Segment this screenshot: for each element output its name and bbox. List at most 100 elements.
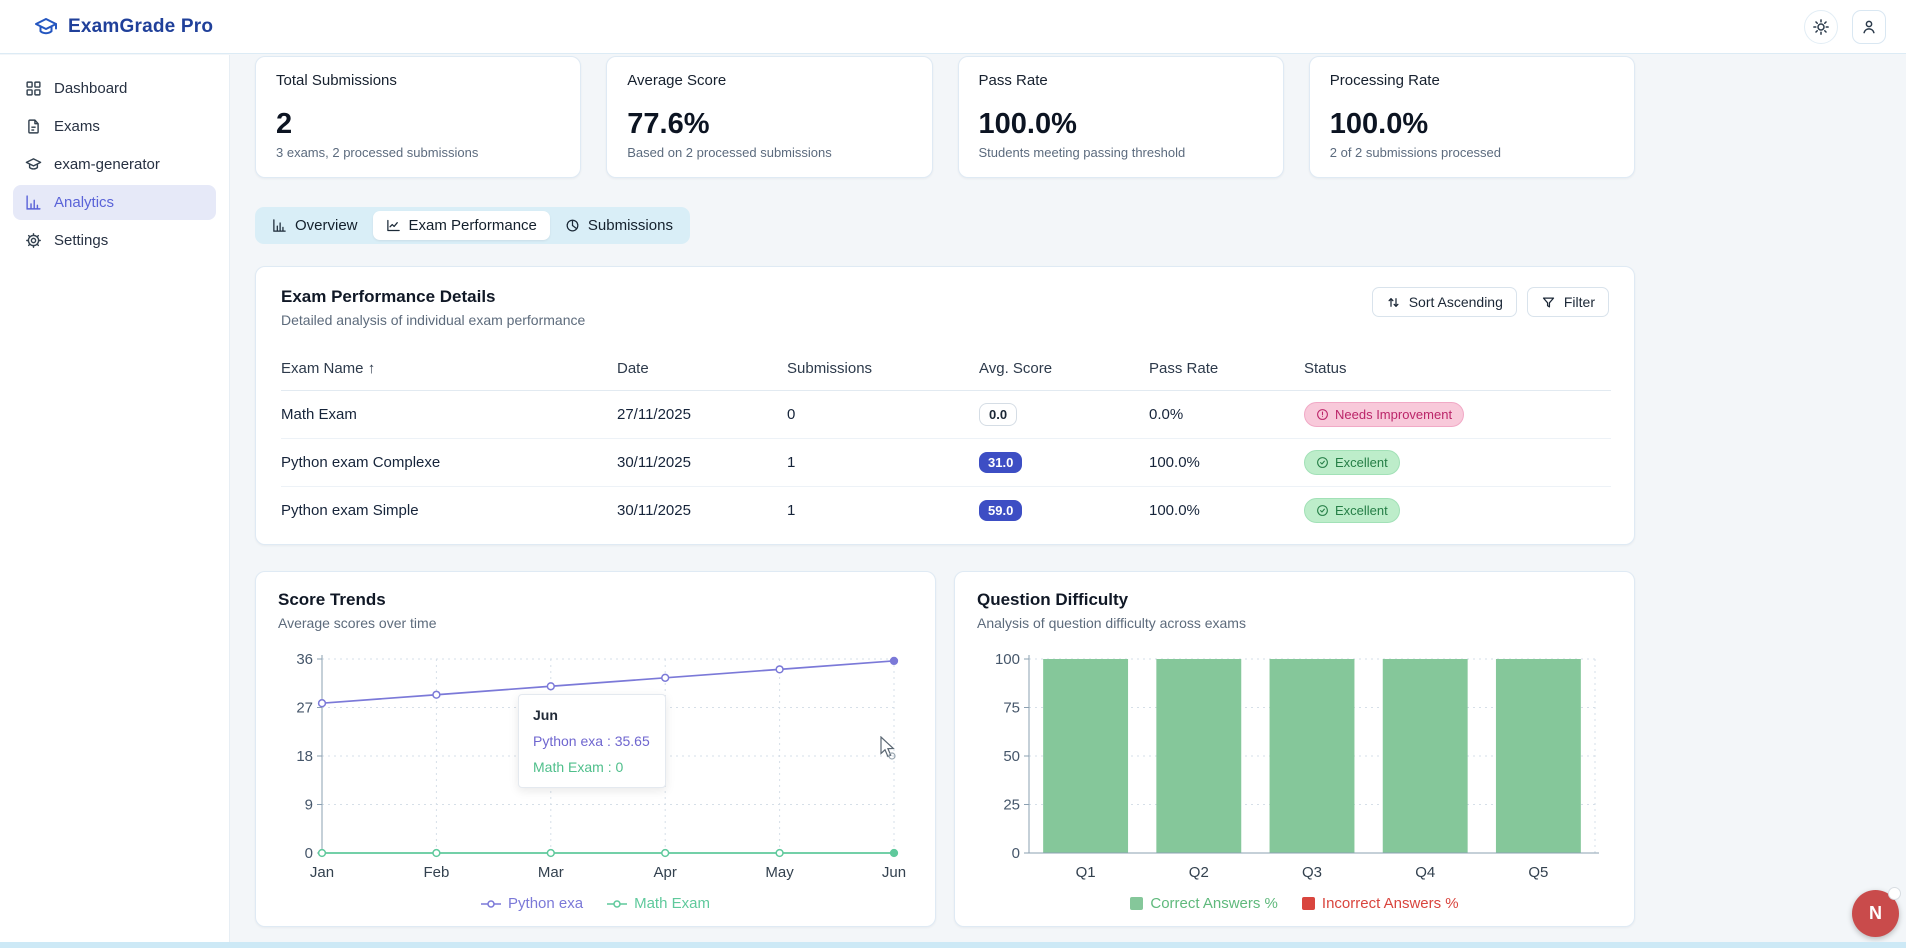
tab-exam-performance[interactable]: Exam Performance — [373, 211, 550, 240]
grid-icon — [25, 80, 42, 97]
stat-card-total-submissions: Total Submissions 2 3 exams, 2 processed… — [255, 56, 581, 178]
stat-cards-row: Total Submissions 2 3 exams, 2 processed… — [255, 56, 1635, 178]
stat-card-title: Total Submissions — [276, 72, 560, 89]
sidebar-item-exam-generator[interactable]: exam-generator — [13, 147, 216, 182]
sort-up-indicator: ↑ — [368, 360, 376, 377]
stat-card-subtitle: Based on 2 processed submissions — [627, 145, 911, 160]
stat-card-subtitle: 3 exams, 2 processed submissions — [276, 145, 560, 160]
sidebar-item-settings[interactable]: Settings — [13, 223, 216, 258]
legend-item[interactable]: Python exa — [481, 895, 583, 912]
svg-text:25: 25 — [1003, 797, 1020, 814]
svg-text:Mar: Mar — [538, 864, 564, 881]
sort-ascending-button[interactable]: Sort Ascending — [1372, 287, 1517, 317]
svg-text:Jun: Jun — [882, 864, 906, 881]
user-menu-button[interactable] — [1852, 10, 1886, 44]
submissions-cell: 1 — [787, 439, 979, 487]
legend-label: Python exa — [508, 895, 583, 912]
score-trends-legend: Python exa Math Exam — [278, 895, 913, 912]
stat-card-value: 100.0% — [979, 108, 1263, 141]
sidebar-item-label: Settings — [54, 232, 108, 249]
sidebar-item-analytics[interactable]: Analytics — [13, 185, 216, 220]
avg-score-badge: 0.0 — [979, 403, 1017, 426]
panel-title: Exam Performance Details — [281, 287, 585, 307]
user-icon — [1860, 18, 1878, 36]
svg-text:9: 9 — [305, 797, 313, 814]
column-header-status[interactable]: Status — [1304, 348, 1611, 391]
check-circle-icon — [1316, 456, 1329, 469]
pass-rate-cell: 100.0% — [1149, 439, 1304, 487]
chart-subtitle: Analysis of question difficulty across e… — [977, 615, 1612, 631]
sun-icon — [1812, 18, 1830, 36]
stat-card-value: 77.6% — [627, 108, 911, 141]
tab-overview[interactable]: Overview — [259, 211, 371, 240]
tooltip-series-value: Python exa : 35.65 — [533, 733, 651, 749]
graduation-cap-icon — [25, 156, 42, 173]
fab-label: N — [1869, 903, 1882, 924]
legend-label: Incorrect Answers % — [1322, 895, 1459, 912]
stat-card-subtitle: 2 of 2 submissions processed — [1330, 145, 1614, 160]
sidebar-item-label: Exams — [54, 118, 100, 135]
app-logo: ExamGrade Pro — [0, 15, 230, 39]
svg-text:50: 50 — [1003, 748, 1020, 765]
column-header-submissions[interactable]: Submissions — [787, 348, 979, 391]
chart-column-icon — [25, 194, 42, 211]
column-header-pass-rate[interactable]: Pass Rate — [1149, 348, 1304, 391]
svg-text:Feb: Feb — [423, 864, 449, 881]
sidebar-item-label: Analytics — [54, 194, 114, 211]
notification-fab[interactable]: N — [1852, 890, 1899, 937]
topbar: ExamGrade Pro — [0, 0, 1906, 54]
submissions-cell: 1 — [787, 487, 979, 535]
svg-text:0: 0 — [305, 845, 313, 862]
svg-text:36: 36 — [296, 651, 313, 668]
sort-button-label: Sort Ascending — [1409, 294, 1503, 310]
chart-column-icon — [272, 218, 287, 233]
sidebar-item-label: exam-generator — [54, 156, 160, 173]
svg-text:Jan: Jan — [310, 864, 334, 881]
column-header-exam-name[interactable]: Exam Name ↑ — [281, 348, 617, 391]
theme-toggle-button[interactable] — [1804, 10, 1838, 44]
panel-subtitle: Detailed analysis of individual exam per… — [281, 312, 585, 328]
table-row[interactable]: Python exam Complexe 30/11/2025 1 31.0 1… — [281, 439, 1611, 487]
sidebar-item-dashboard[interactable]: Dashboard — [13, 71, 216, 106]
file-icon — [25, 118, 42, 135]
column-header-date[interactable]: Date — [617, 348, 787, 391]
svg-text:100: 100 — [995, 651, 1020, 668]
date-cell: 30/11/2025 — [617, 439, 787, 487]
filter-button[interactable]: Filter — [1527, 287, 1609, 317]
avg-score-badge: 31.0 — [979, 452, 1022, 473]
tooltip-title: Jun — [533, 707, 651, 723]
square-marker-icon — [1302, 897, 1315, 910]
bottom-edge-strip — [0, 942, 1906, 948]
exam-name-cell: Math Exam — [281, 391, 617, 439]
stat-card-title: Pass Rate — [979, 72, 1263, 89]
gear-icon — [25, 232, 42, 249]
svg-text:Q3: Q3 — [1302, 864, 1322, 881]
legend-item[interactable]: Math Exam — [607, 895, 710, 912]
table-row[interactable]: Python exam Simple 30/11/2025 1 59.0 100… — [281, 487, 1611, 535]
svg-text:Q1: Q1 — [1076, 864, 1096, 881]
tab-label: Overview — [295, 217, 358, 234]
tab-label: Exam Performance — [409, 217, 537, 234]
svg-text:0: 0 — [1012, 845, 1020, 862]
legend-item[interactable]: Correct Answers % — [1130, 895, 1278, 912]
tooltip-series-value: Math Exam : 0 — [533, 759, 651, 775]
filter-button-label: Filter — [1564, 294, 1595, 310]
stat-card-title: Processing Rate — [1330, 72, 1614, 89]
tab-submissions[interactable]: Submissions — [552, 211, 686, 240]
column-header-avg-score[interactable]: Avg. Score — [979, 348, 1149, 391]
question-difficulty-chart[interactable]: 0255075100Q1Q2Q3Q4Q5 — [977, 643, 1612, 893]
sidebar: Dashboard Exams exam-generator Analytics — [0, 55, 230, 948]
table-row[interactable]: Math Exam 27/11/2025 0 0.0 0.0% Needs Im… — [281, 391, 1611, 439]
question-difficulty-legend: Correct Answers % Incorrect Answers % — [977, 895, 1612, 912]
status-badge: Excellent — [1304, 450, 1400, 475]
pass-rate-cell: 0.0% — [1149, 391, 1304, 439]
avg-score-badge: 59.0 — [979, 500, 1022, 521]
date-cell: 27/11/2025 — [617, 391, 787, 439]
sidebar-item-exams[interactable]: Exams — [13, 109, 216, 144]
legend-label: Correct Answers % — [1150, 895, 1278, 912]
line-marker-icon — [481, 899, 501, 909]
question-difficulty-panel: Question Difficulty Analysis of question… — [954, 571, 1635, 927]
legend-item[interactable]: Incorrect Answers % — [1302, 895, 1459, 912]
svg-text:May: May — [765, 864, 794, 881]
svg-text:18: 18 — [296, 748, 313, 765]
